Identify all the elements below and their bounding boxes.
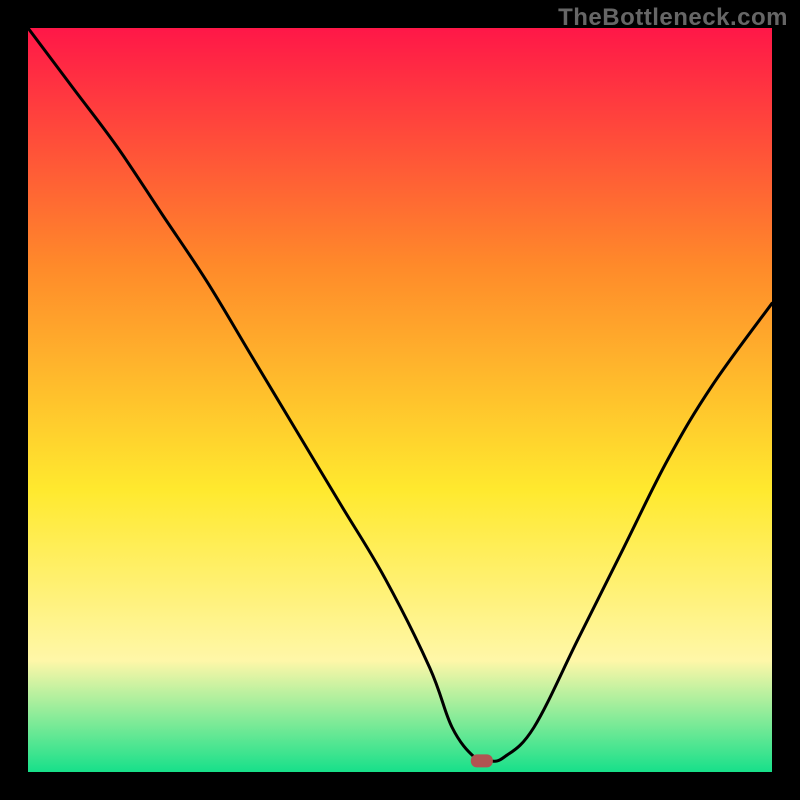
chart-background-gradient <box>28 28 772 772</box>
chart-svg <box>28 28 772 772</box>
chart-frame: TheBottleneck.com <box>0 0 800 800</box>
optimal-point-marker <box>471 754 493 767</box>
chart-plot-area <box>28 28 772 772</box>
